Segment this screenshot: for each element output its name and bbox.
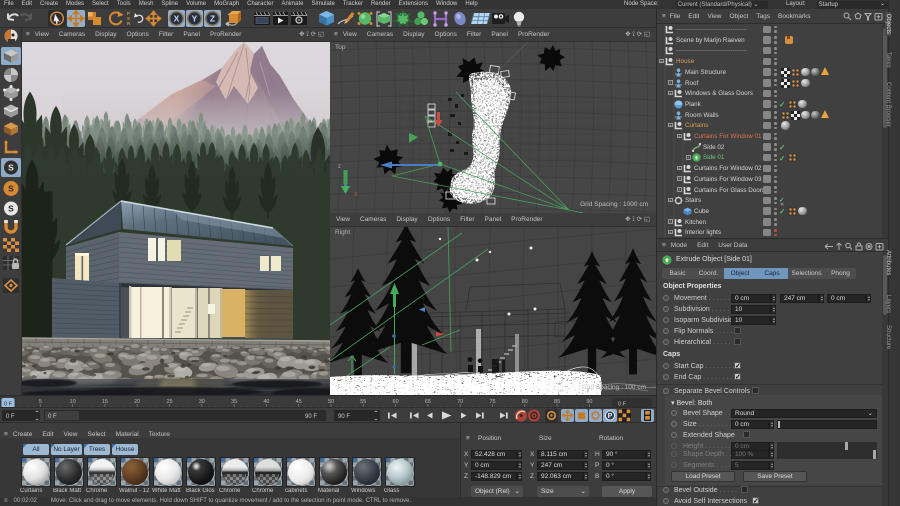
svg-text:P: P (608, 413, 613, 420)
svg-text:30: 30 (199, 399, 205, 405)
svg-text:25: 25 (166, 399, 172, 405)
svg-text:15: 15 (102, 399, 108, 405)
svg-text:70: 70 (457, 399, 463, 405)
svg-text:Z: Z (210, 14, 215, 24)
svg-text:35: 35 (231, 399, 237, 405)
svg-text:60: 60 (393, 399, 399, 405)
svg-text:20: 20 (134, 399, 140, 405)
svg-text:65: 65 (425, 399, 431, 405)
svg-text:S: S (8, 184, 14, 194)
svg-text:55: 55 (360, 399, 366, 405)
svg-text:0 F: 0 F (48, 414, 57, 420)
svg-text:10: 10 (70, 399, 76, 405)
svg-text:40: 40 (263, 399, 269, 405)
svg-text:S: S (8, 163, 14, 173)
svg-text:z: z (338, 164, 341, 170)
svg-text:90 F: 90 F (305, 414, 317, 420)
svg-text:5: 5 (39, 399, 42, 405)
svg-text:50: 50 (328, 399, 334, 405)
svg-text:R: R (127, 21, 131, 26)
svg-text:90 F: 90 F (338, 414, 350, 420)
svg-text:X: X (174, 14, 180, 24)
svg-text:75: 75 (489, 399, 495, 405)
svg-text:S: S (8, 204, 14, 214)
svg-text:0 F: 0 F (6, 414, 15, 420)
svg-text:Y: Y (192, 14, 198, 24)
svg-text:85: 85 (554, 399, 560, 405)
svg-text:x: x (354, 191, 358, 198)
svg-text:90: 90 (586, 399, 592, 405)
svg-text:80: 80 (522, 399, 528, 405)
svg-text:45: 45 (296, 399, 302, 405)
